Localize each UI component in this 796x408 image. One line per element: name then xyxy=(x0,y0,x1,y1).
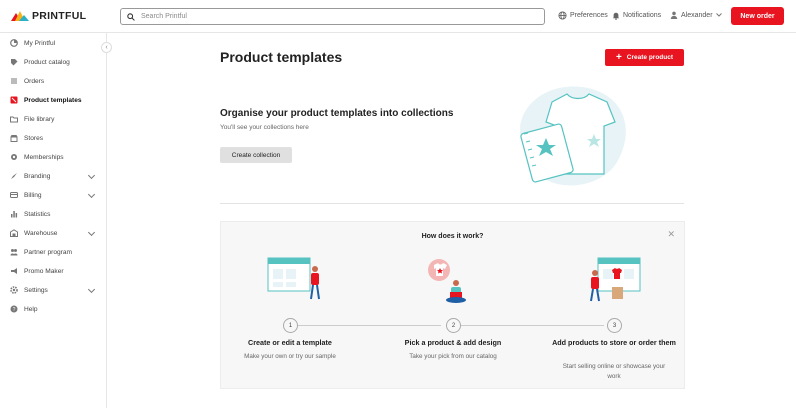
sidebar-item-file-library[interactable]: File library xyxy=(10,112,100,126)
section-divider xyxy=(220,203,684,204)
how-it-works-title: How does it work? xyxy=(421,233,484,240)
sidebar-item-label: Product templates xyxy=(24,96,82,104)
sidebar-item-label: Help xyxy=(24,305,38,313)
sidebar-item-label: Billing xyxy=(24,191,42,199)
tag-icon xyxy=(11,59,18,66)
sidebar-item-warehouse[interactable]: Warehouse xyxy=(10,226,100,240)
sidebar-item-label: Settings xyxy=(24,286,48,294)
step-connector xyxy=(298,325,441,326)
step-title: Pick a product & add design xyxy=(404,338,502,347)
sidebar-item-label: File library xyxy=(24,115,55,123)
create-product-label: Create product xyxy=(626,54,674,61)
sidebar-item-label: Warehouse xyxy=(24,229,58,237)
sidebar-item-label: Statistics xyxy=(24,210,51,218)
empty-state-title: Organise your product templates into col… xyxy=(220,108,454,119)
sidebar-item-partner-program[interactable]: Partner program xyxy=(10,245,100,259)
sidebar-item-label: Memberships xyxy=(24,153,64,161)
step-title: Create or edit a template xyxy=(248,338,332,347)
logo-text: PRINTFUL xyxy=(32,10,87,22)
sidebar-item-help[interactable]: ? Help xyxy=(10,302,100,316)
page-title: Product templates xyxy=(220,49,343,65)
step-description: Start selling online or showcase your wo… xyxy=(562,363,666,380)
sidebar-item-promo-maker[interactable]: Promo Maker xyxy=(10,264,100,278)
step-number: 3 xyxy=(607,318,622,333)
collapse-sidebar-icon[interactable]: ‹ xyxy=(101,42,112,53)
preferences-label: Preferences xyxy=(570,12,608,19)
chevron-down-icon xyxy=(715,13,722,17)
sidebar-item-memberships[interactable]: Memberships xyxy=(10,150,100,164)
sidebar-item-product-catalog[interactable]: Product catalog xyxy=(10,55,100,69)
template-illustration xyxy=(267,257,320,300)
store-illustration xyxy=(590,257,641,302)
sidebar-item-label: Stores xyxy=(24,134,44,142)
megaphone-icon xyxy=(11,268,17,274)
sidebar-item-branding[interactable]: Branding xyxy=(10,169,100,183)
sidebar-item-label: Branding xyxy=(24,172,51,180)
sidebar-item-my-printful[interactable]: My Printful xyxy=(10,36,100,50)
step-number: 1 xyxy=(283,318,298,333)
sidebar-item-product-templates[interactable]: Product templates xyxy=(10,93,100,107)
store-icon xyxy=(10,135,18,142)
user-name: Alexander xyxy=(681,11,713,19)
gear-badge-icon xyxy=(11,154,17,160)
printful-logo[interactable]: PRINTFUL xyxy=(11,10,86,22)
pick-product-illustration xyxy=(428,259,466,303)
sidebar-item-label: Partner program xyxy=(24,248,73,256)
how-it-works-card: How does it work? ✕ 1 Create or edit a t… xyxy=(220,221,685,389)
sidebar-item-billing[interactable]: Billing xyxy=(10,188,100,202)
sidebar-item-label: Promo Maker xyxy=(24,267,64,275)
warehouse-icon xyxy=(10,229,18,237)
gear-icon xyxy=(10,286,18,294)
new-order-button[interactable]: New order xyxy=(731,7,784,25)
template-icon xyxy=(10,96,18,104)
sidebar-item-statistics[interactable]: Statistics xyxy=(10,207,100,221)
sidebar-item-label: My Printful xyxy=(24,39,56,47)
logo-mark-icon xyxy=(11,11,29,21)
notifications-label: Notifications xyxy=(623,12,662,19)
create-product-button[interactable]: + Create product xyxy=(605,49,684,66)
help-icon: ? xyxy=(10,305,18,313)
step-connector xyxy=(461,325,604,326)
bell-icon xyxy=(612,12,620,20)
card-icon xyxy=(10,192,18,198)
list-icon xyxy=(11,78,17,84)
svg-text:?: ? xyxy=(13,307,16,313)
chevron-down-icon xyxy=(87,228,96,237)
step-description: Take your pick from our catalog xyxy=(409,353,497,360)
sidebar-item-stores[interactable]: Stores xyxy=(10,131,100,145)
search-icon xyxy=(127,12,135,21)
preferences-button[interactable]: Preferences xyxy=(558,11,608,20)
step-title: Add products to store or order them xyxy=(552,338,676,347)
user-menu[interactable]: Alexander xyxy=(670,11,722,19)
search-input[interactable]: Search Printful xyxy=(120,8,545,25)
close-icon[interactable]: ✕ xyxy=(667,229,675,240)
create-collection-button[interactable]: Create collection xyxy=(220,147,292,163)
sidebar-item-label: Orders xyxy=(24,77,45,85)
search-placeholder: Search Printful xyxy=(141,13,187,20)
step-number: 2 xyxy=(446,318,461,333)
empty-state-subtitle: You'll see your collections here xyxy=(220,124,309,131)
brush-icon xyxy=(11,173,17,179)
sidebar-item-settings[interactable]: Settings xyxy=(10,283,100,297)
chevron-down-icon xyxy=(87,171,96,180)
sidebar-item-orders[interactable]: Orders xyxy=(10,74,100,88)
dashboard-icon xyxy=(10,39,18,47)
handshake-icon xyxy=(10,249,18,256)
chevron-down-icon xyxy=(87,285,96,294)
globe-icon xyxy=(558,11,567,20)
sidebar-item-label: Product catalog xyxy=(24,58,70,66)
top-bar: PRINTFUL Search Printful Preferences Not… xyxy=(0,0,796,33)
bar-chart-icon xyxy=(11,211,18,218)
tshirt-collection-illustration xyxy=(520,86,626,186)
chevron-down-icon xyxy=(87,190,96,199)
plus-icon: + xyxy=(615,51,622,63)
step-description: Make your own or try our sample xyxy=(244,353,336,360)
notifications-button[interactable]: Notifications xyxy=(612,11,661,20)
folder-icon xyxy=(10,116,18,123)
user-icon xyxy=(670,11,678,19)
